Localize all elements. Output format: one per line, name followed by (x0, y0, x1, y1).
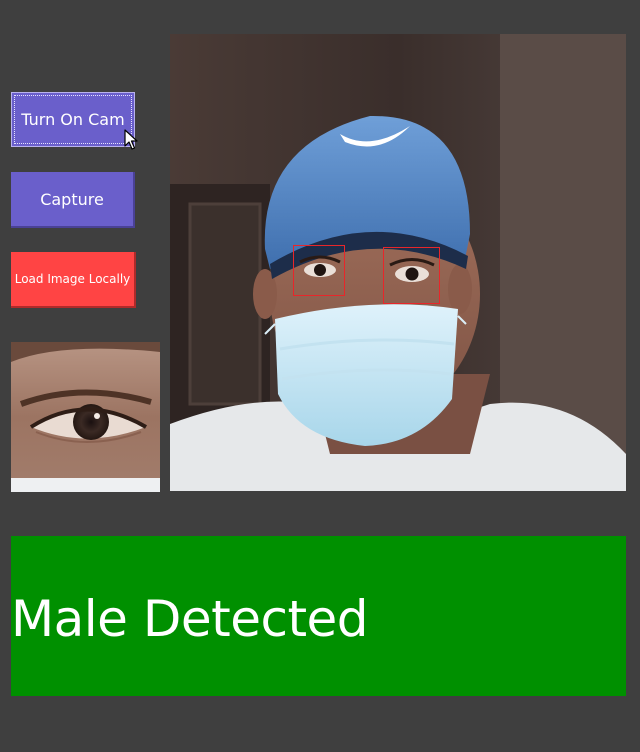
mouse-pointer-icon (124, 129, 138, 150)
capture-label: Capture (40, 189, 104, 209)
eye-detection-box-left (293, 245, 345, 296)
eye-crop-drawing (11, 342, 160, 492)
result-banner: Male Detected (11, 536, 626, 696)
capture-button[interactable]: Capture (11, 172, 135, 228)
turn-on-cam-label: Turn On Cam (21, 110, 125, 129)
turn-on-cam-button[interactable]: Turn On Cam (11, 92, 135, 147)
eye-crop-image (11, 342, 160, 492)
load-image-locally-button[interactable]: Load Image Locally (11, 252, 136, 308)
load-image-label: Load Image Locally (14, 272, 131, 286)
eye-detection-box-right (383, 247, 440, 304)
webcam-frame (170, 34, 626, 491)
app-window: Turn On Cam Capture Load Image Locally M… (0, 0, 640, 752)
result-text: Male Detected (11, 590, 369, 648)
